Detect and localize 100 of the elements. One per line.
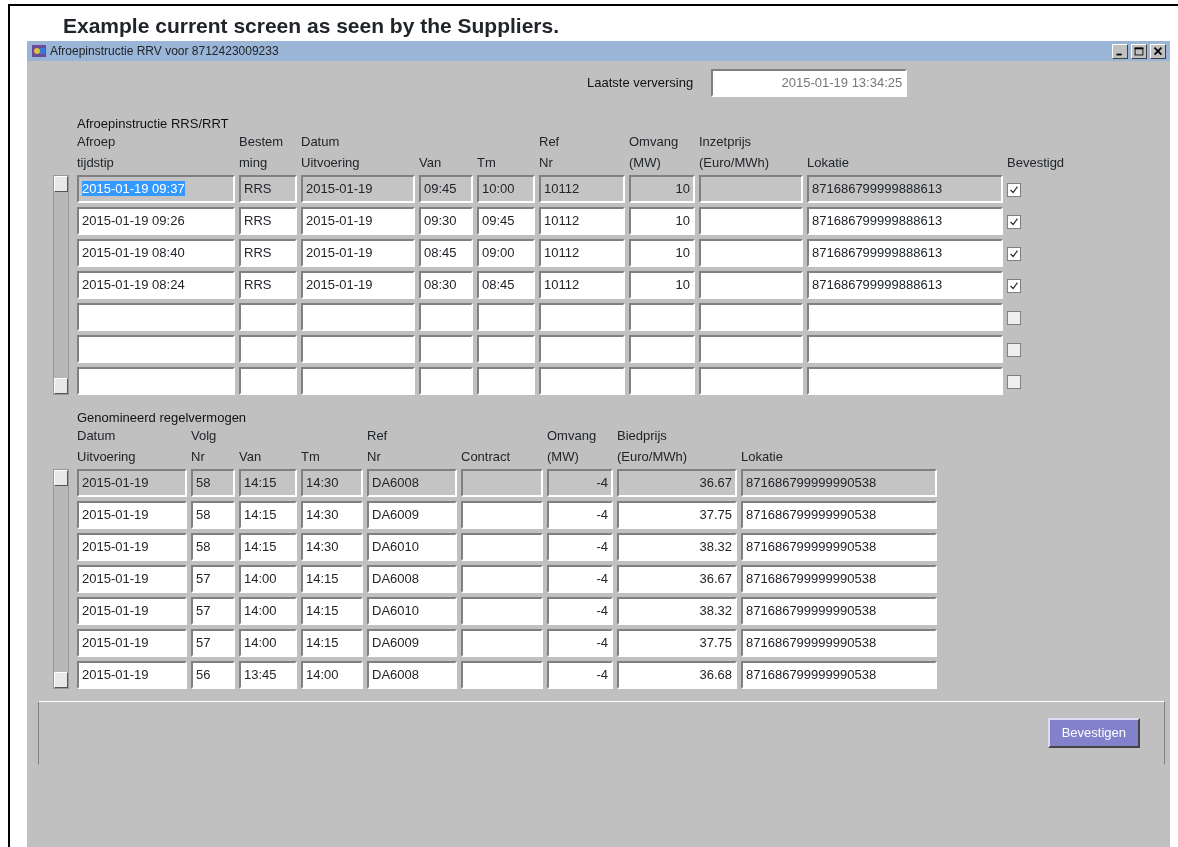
table-cell[interactable]: 2015-01-19 bbox=[77, 469, 187, 498]
table-cell[interactable]: 10 bbox=[629, 271, 695, 300]
table-cell[interactable] bbox=[239, 367, 297, 396]
table-cell[interactable] bbox=[629, 303, 695, 332]
table-cell[interactable]: RRS bbox=[239, 239, 297, 268]
table-cell[interactable] bbox=[77, 367, 235, 396]
table-cell[interactable]: 10 bbox=[629, 207, 695, 236]
table-cell[interactable] bbox=[461, 629, 543, 658]
table-cell[interactable] bbox=[629, 335, 695, 364]
table-cell[interactable]: 58 bbox=[191, 469, 235, 498]
minimize-button[interactable] bbox=[1112, 43, 1128, 59]
table-cell[interactable]: 2015-01-19 bbox=[77, 533, 187, 562]
table-cell[interactable]: 871686799999990538 bbox=[741, 533, 937, 562]
table-cell[interactable]: 38.32 bbox=[617, 533, 737, 562]
table-cell[interactable] bbox=[539, 303, 625, 332]
table-cell[interactable]: DA6010 bbox=[367, 597, 457, 626]
checkbox[interactable] bbox=[1007, 374, 1021, 389]
table-cell[interactable] bbox=[807, 335, 1003, 364]
table-cell[interactable]: -4 bbox=[547, 501, 613, 530]
table-cell[interactable]: -4 bbox=[547, 661, 613, 690]
table-cell[interactable]: 2015-01-19 bbox=[301, 271, 415, 300]
table-cell[interactable] bbox=[477, 303, 535, 332]
table-cell[interactable]: 37.75 bbox=[617, 629, 737, 658]
table-cell[interactable] bbox=[461, 597, 543, 626]
table-cell[interactable] bbox=[461, 469, 543, 498]
table-cell[interactable] bbox=[419, 303, 473, 332]
table-cell[interactable]: RRS bbox=[239, 207, 297, 236]
table-cell[interactable]: -4 bbox=[547, 597, 613, 626]
table-cell[interactable]: 14:15 bbox=[301, 597, 363, 626]
close-button[interactable] bbox=[1150, 43, 1166, 59]
table-cell[interactable] bbox=[461, 533, 543, 562]
table-cell[interactable]: DA6008 bbox=[367, 469, 457, 498]
table-cell[interactable]: 14:00 bbox=[239, 629, 297, 658]
table-cell[interactable]: 58 bbox=[191, 533, 235, 562]
table-cell[interactable]: 10112 bbox=[539, 175, 625, 204]
table-cell[interactable]: 13:45 bbox=[239, 661, 297, 690]
table-cell[interactable]: 14:00 bbox=[239, 597, 297, 626]
table-cell[interactable] bbox=[477, 335, 535, 364]
table-cell[interactable] bbox=[807, 303, 1003, 332]
table-cell[interactable]: 10:00 bbox=[477, 175, 535, 204]
table-cell[interactable]: 871686799999990538 bbox=[741, 629, 937, 658]
table-cell[interactable]: 871686799999888613 bbox=[807, 239, 1003, 268]
checkbox[interactable] bbox=[1007, 342, 1021, 357]
table-cell[interactable] bbox=[461, 661, 543, 690]
table-cell[interactable]: 2015-01-19 08:24 bbox=[77, 271, 235, 300]
table-cell[interactable]: 871686799999990538 bbox=[741, 661, 937, 690]
table-cell[interactable]: 57 bbox=[191, 629, 235, 658]
table-cell[interactable]: 09:30 bbox=[419, 207, 473, 236]
table-cell[interactable]: 2015-01-19 bbox=[77, 565, 187, 594]
table-cell[interactable]: 56 bbox=[191, 661, 235, 690]
table-cell[interactable]: 08:30 bbox=[419, 271, 473, 300]
table-cell[interactable]: 14:30 bbox=[301, 533, 363, 562]
table-cell[interactable] bbox=[629, 367, 695, 396]
table-cell[interactable]: DA6010 bbox=[367, 533, 457, 562]
table-cell[interactable] bbox=[461, 501, 543, 530]
checkbox[interactable] bbox=[1007, 310, 1021, 325]
table-cell[interactable]: 14:15 bbox=[239, 501, 297, 530]
table-cell[interactable]: 14:00 bbox=[239, 565, 297, 594]
table-cell[interactable]: 2015-01-19 bbox=[77, 629, 187, 658]
table-cell[interactable]: DA6008 bbox=[367, 565, 457, 594]
table-cell[interactable] bbox=[699, 367, 803, 396]
table-cell[interactable]: -4 bbox=[547, 565, 613, 594]
table-cell[interactable] bbox=[77, 335, 235, 364]
table-cell[interactable]: 14:15 bbox=[239, 469, 297, 498]
table-cell[interactable]: 14:30 bbox=[301, 469, 363, 498]
table-cell[interactable]: 36.68 bbox=[617, 661, 737, 690]
table-cell[interactable]: 57 bbox=[191, 565, 235, 594]
table-cell[interactable]: 36.67 bbox=[617, 469, 737, 498]
table-cell[interactable]: 14:30 bbox=[301, 501, 363, 530]
table-cell[interactable]: -4 bbox=[547, 469, 613, 498]
table-cell[interactable]: 37.75 bbox=[617, 501, 737, 530]
checkbox[interactable] bbox=[1007, 246, 1021, 261]
table-cell[interactable]: 871686799999990538 bbox=[741, 469, 937, 498]
table-cell[interactable]: 14:15 bbox=[301, 565, 363, 594]
table-cell[interactable]: 14:15 bbox=[239, 533, 297, 562]
table-cell[interactable] bbox=[239, 303, 297, 332]
table-cell[interactable]: 10112 bbox=[539, 271, 625, 300]
table-cell[interactable]: 2015-01-19 09:26 bbox=[77, 207, 235, 236]
table-cell[interactable]: 09:00 bbox=[477, 239, 535, 268]
table-cell[interactable]: DA6008 bbox=[367, 661, 457, 690]
table-cell[interactable] bbox=[699, 207, 803, 236]
table-cell[interactable] bbox=[699, 303, 803, 332]
maximize-button[interactable] bbox=[1131, 43, 1147, 59]
table-cell[interactable]: 2015-01-19 08:40 bbox=[77, 239, 235, 268]
table-cell[interactable]: 10 bbox=[629, 175, 695, 204]
table-cell[interactable]: 871686799999990538 bbox=[741, 501, 937, 530]
table-cell[interactable]: -4 bbox=[547, 533, 613, 562]
table-cell[interactable]: 09:45 bbox=[477, 207, 535, 236]
table-cell[interactable] bbox=[301, 335, 415, 364]
table-cell[interactable] bbox=[477, 367, 535, 396]
table-cell[interactable] bbox=[77, 303, 235, 332]
table-cell[interactable] bbox=[699, 335, 803, 364]
table-cell[interactable] bbox=[419, 367, 473, 396]
scrollbar[interactable] bbox=[53, 469, 69, 690]
table-cell[interactable]: 2015-01-19 bbox=[301, 239, 415, 268]
checkbox[interactable] bbox=[1007, 278, 1021, 293]
table-cell[interactable]: 10 bbox=[629, 239, 695, 268]
table-cell[interactable] bbox=[419, 335, 473, 364]
table-cell[interactable] bbox=[539, 335, 625, 364]
table-cell[interactable] bbox=[807, 367, 1003, 396]
